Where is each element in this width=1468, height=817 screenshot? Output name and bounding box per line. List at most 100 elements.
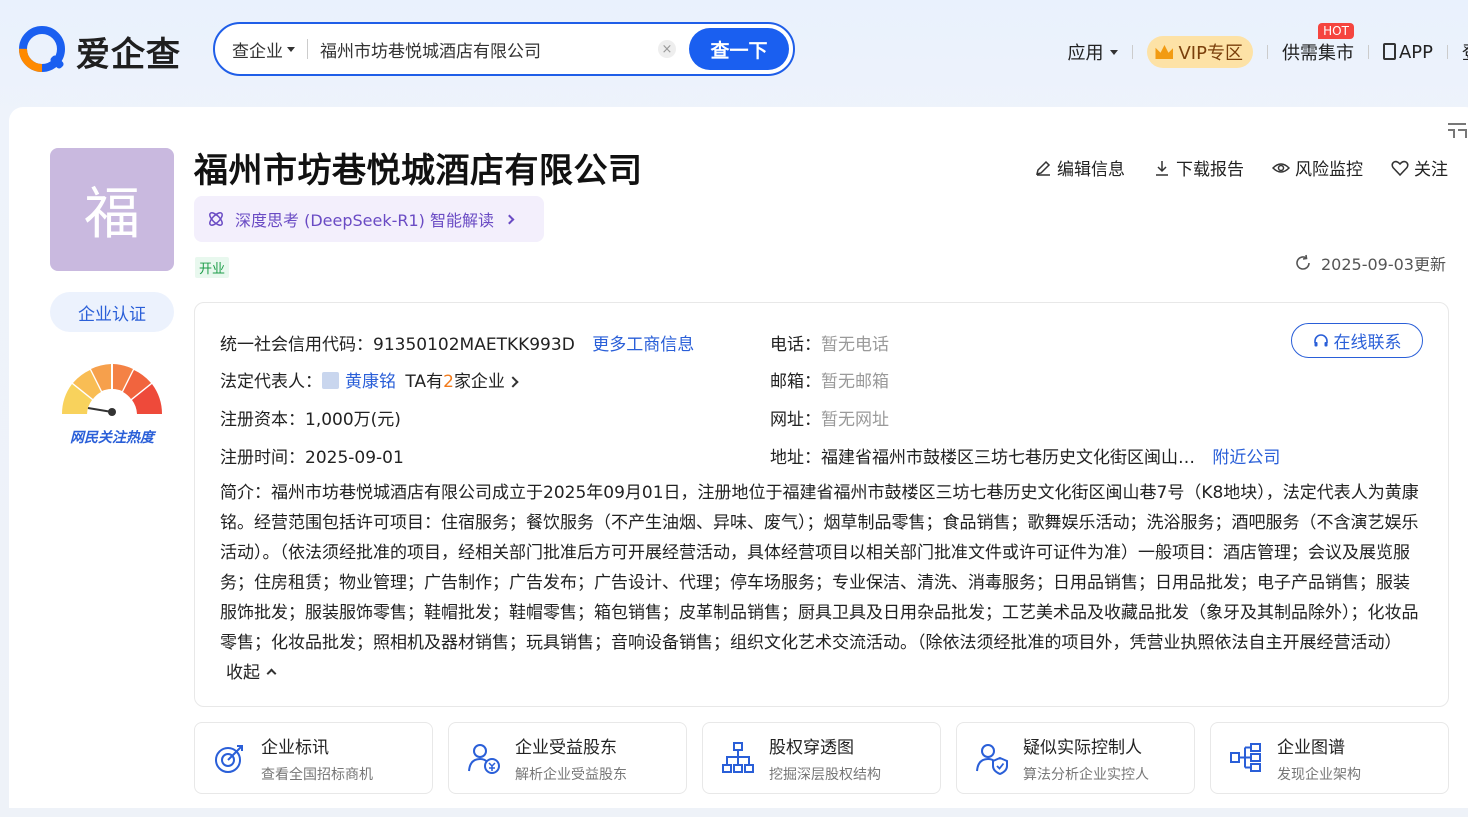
company-intro: 简介：福州市坊巷悦城酒店有限公司成立于2025年09月01日，注册地位于福建省福… [220,478,1420,688]
legal-rep-row: 法定代表人： 黄康铭 TA有2家企业 [220,367,519,392]
caret-down-icon [1110,49,1119,55]
apps-menu[interactable]: 应用 [1067,39,1119,65]
feature-title: 股权穿透图 [769,737,854,758]
update-text: 2025-09-03更新 [1321,255,1446,274]
top-nav: 应用 VIP专区 供需集市 HOT APP 登 [1067,23,1468,68]
login-link[interactable]: 登 [1462,39,1468,65]
risk-monitor-label: 风险监控 [1295,160,1363,180]
credit-code-row: 统一社会信用代码：91350102MAETKK993D 更多工商信息 [220,330,694,355]
website-value: 暂无网址 [821,410,889,430]
apps-label: 应用 [1067,43,1104,64]
search-input[interactable] [320,39,650,59]
online-contact-label: 在线联系 [1333,333,1402,353]
feature-title: 企业标讯 [261,737,329,758]
nav-divider [1447,45,1448,59]
nav-divider [1266,45,1268,59]
edit-info-button[interactable]: 编辑信息 [1034,155,1125,180]
eye-icon [1272,162,1290,173]
download-icon [1156,160,1168,176]
feature-card-equity[interactable]: 股权穿透图挖掘深层股权结构 [702,722,941,794]
update-time[interactable]: 2025-09-03更新 [1294,251,1446,275]
market-link[interactable]: 供需集市 HOT [1281,23,1354,65]
graph-icon [1230,743,1261,772]
pencil-icon [1035,160,1051,176]
ai-sparkle-icon [209,212,223,226]
hot-badge: HOT [1318,23,1354,39]
gauge-label: 网民关注热度 [70,430,154,446]
ai-interpret-button[interactable]: 深度思考 (DeepSeek-R1) 智能解读 [194,196,544,242]
phone-label: 电话： [770,335,821,355]
feature-card-controller[interactable]: 疑似实际控制人算法分析企业实控人 [956,722,1195,794]
more-info-link[interactable]: 更多工商信息 [592,335,694,355]
phone-value: 暂无电话 [821,335,889,355]
ai-interpret-label: 深度思考 (DeepSeek-R1) 智能解读 [235,211,495,230]
company-name: 福州市坊巷悦城酒店有限公司 [194,151,643,191]
market-label: 供需集市 [1281,43,1354,64]
phone-row: 电话：暂无电话 [770,330,889,355]
business-info-panel: 统一社会信用代码：91350102MAETKK993D 更多工商信息 法定代表人… [194,302,1449,707]
company-avatar: 福 [50,148,174,271]
feature-subtitle: 算法分析企业实控人 [1023,766,1149,783]
legal-rep-label: 法定代表人： [220,372,322,392]
chevron-up-icon [266,668,277,679]
ta-companies-link[interactable]: TA有2家企业 [405,372,519,392]
capital-row: 注册资本：1,000万(元) [220,405,401,430]
app-link[interactable]: APP [1382,41,1433,63]
feature-title: 企业受益股东 [515,737,617,758]
ta-prefix: TA有 [405,372,444,392]
logo-icon [19,26,65,72]
search-bar: 查企业 × 查一下 [213,22,795,76]
feature-subtitle: 挖掘深层股权结构 [769,766,881,783]
capital-value: 1,000万(元) [305,410,401,430]
address-row: 地址：福建省福州市鼓楼区三坊七巷历史文化街区闽山… 附近公司 [770,443,1280,468]
collapse-label: 收起 [226,663,260,683]
app-label: APP [1398,41,1433,63]
vip-button[interactable]: VIP专区 [1147,36,1253,68]
phone-icon [1382,42,1396,60]
feature-card-bidding[interactable]: 企业标讯查看全国招标商机 [194,722,433,794]
nav-divider [1367,45,1369,59]
refresh-icon [1296,254,1310,270]
watermark-corner-icon [1448,123,1467,138]
search-type-select[interactable]: 查企业 [215,37,295,62]
email-value: 暂无邮箱 [821,372,889,392]
feature-title: 企业图谱 [1277,737,1345,758]
crown-icon [1155,45,1174,59]
email-row: 邮箱：暂无邮箱 [770,367,889,392]
vip-label: VIP专区 [1178,43,1243,64]
online-contact-button[interactable]: 在线联系 [1291,323,1423,358]
collapse-button[interactable]: 收起 [226,663,277,683]
heart-icon [1391,160,1409,176]
risk-monitor-button[interactable]: 风险监控 [1272,155,1363,180]
follow-button[interactable]: 关注 [1391,155,1448,180]
shareholder-icon [468,744,500,774]
credit-code-value: 91350102MAETKK993D [373,335,575,355]
status-badge: 开业 [195,257,230,278]
certify-button[interactable]: 企业认证 [50,292,174,332]
feature-title: 疑似实际控制人 [1023,737,1142,758]
caret-down-icon [287,46,295,52]
logo[interactable]: 爱企查 [18,24,181,78]
search-button[interactable]: 查一下 [689,28,789,70]
ta-suffix: 家企业 [453,372,505,392]
logo-text: 爱企查 [76,34,181,75]
feature-card-graph[interactable]: 企业图谱发现企业架构 [1210,722,1449,794]
download-report-label: 下载报告 [1176,160,1244,180]
edit-info-label: 编辑信息 [1057,160,1125,180]
feature-card-beneficiary[interactable]: 企业受益股东解析企业受益股东 [448,722,687,794]
feature-subtitle: 查看全国招标商机 [261,766,373,783]
email-label: 邮箱： [770,372,821,392]
action-bar: 编辑信息 下载报告 风险监控 关注 [1006,155,1448,180]
nearby-companies-link[interactable]: 附近公司 [1212,448,1280,468]
clear-icon[interactable]: × [658,40,676,58]
credit-code-label: 统一社会信用代码： [220,335,373,355]
attention-gauge[interactable]: 网民关注热度 [60,362,164,446]
feature-subtitle: 解析企业受益股东 [515,766,627,783]
capital-label: 注册资本： [220,410,305,430]
login-label: 登 [1462,43,1468,64]
feature-subtitle: 发现企业架构 [1277,766,1361,783]
legal-rep-link[interactable]: 黄康铭 [345,372,396,392]
reg-date-label: 注册时间： [220,448,305,468]
ta-count: 2 [443,372,454,392]
download-report-button[interactable]: 下载报告 [1153,155,1244,180]
